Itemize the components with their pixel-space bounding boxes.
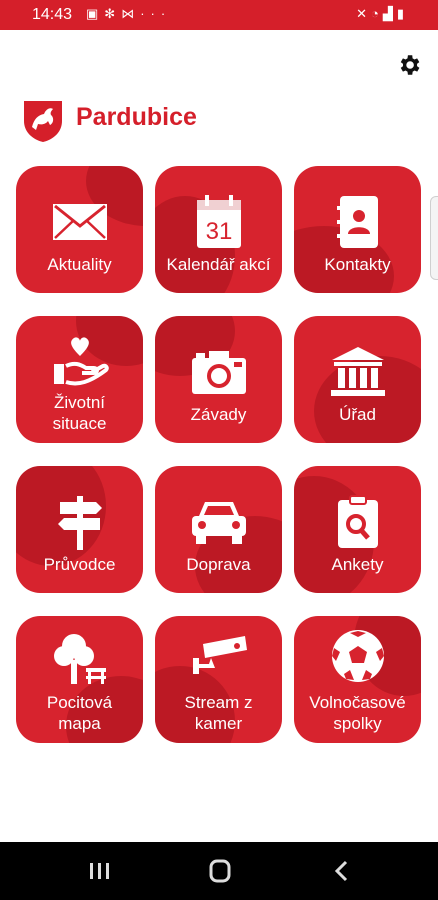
- envelope-icon: [53, 204, 107, 240]
- system-nav-bar: [0, 842, 438, 900]
- calendar-icon: 31: [197, 195, 241, 248]
- park-icon: [54, 634, 106, 684]
- contacts-icon: [337, 196, 378, 248]
- mute-icon: ✕: [356, 6, 371, 21]
- tile-label: Volnočasové spolky: [309, 693, 406, 733]
- tile-kalendar[interactable]: 31 Kalendář akcí: [155, 166, 282, 293]
- tile-volnocasove-spolky[interactable]: Volnočasové spolky: [294, 616, 421, 743]
- signpost-icon: [58, 496, 102, 550]
- brand-title: Pardubice: [76, 103, 197, 131]
- tile-label: Kalendář akcí: [166, 255, 271, 274]
- tile-pocitova-mapa[interactable]: Pocitová mapa: [16, 616, 143, 743]
- status-left-icons: ▣✻⋈···: [86, 6, 171, 22]
- car-icon: [192, 502, 246, 544]
- scroll-edge-handle[interactable]: [430, 196, 438, 280]
- institution-icon: [331, 347, 385, 396]
- back-icon[interactable]: [322, 856, 362, 886]
- image-icon: ▣: [86, 6, 105, 21]
- tile-label: Kontakty: [324, 255, 391, 274]
- tile-label: Aktuality: [47, 255, 112, 274]
- tile-label: Pocitová mapa: [46, 693, 113, 733]
- battery-icon: ▮: [396, 6, 408, 21]
- home-icon[interactable]: [200, 856, 240, 886]
- camera-icon: [192, 351, 246, 394]
- tile-aktuality[interactable]: Aktuality: [16, 166, 143, 293]
- status-time: 14:43: [32, 6, 73, 23]
- recent-apps-icon[interactable]: [80, 856, 120, 886]
- heart-hand-icon: [54, 337, 109, 386]
- tile-label: Závady: [190, 405, 247, 424]
- soccer-ball-icon: [332, 630, 384, 682]
- tile-label: Životní situace: [52, 393, 107, 433]
- signal-icon: ⋈: [121, 6, 141, 21]
- tile-doprava[interactable]: Doprava: [155, 466, 282, 593]
- tile-urad[interactable]: Úřad: [294, 316, 421, 443]
- tile-label: Stream z kamer: [184, 693, 253, 733]
- tile-label: Průvodce: [43, 555, 116, 574]
- wifi-icon: ◔: [370, 6, 383, 21]
- settings-gear-icon[interactable]: [396, 52, 422, 78]
- tile-zivotni-situace[interactable]: Životní situace: [16, 316, 143, 443]
- tile-ankety[interactable]: Ankety: [294, 466, 421, 593]
- status-bar: 14:43 ▣✻⋈··· ✕◔▟▮: [0, 0, 438, 30]
- calendar-day: 31: [206, 218, 233, 245]
- signal-icon: ▟: [382, 6, 397, 21]
- tile-label: Ankety: [331, 555, 384, 574]
- tile-pruvodce[interactable]: Průvodce: [16, 466, 143, 593]
- tile-label: Doprava: [186, 555, 251, 574]
- more-icon: ···: [140, 6, 172, 21]
- tile-label: Úřad: [339, 405, 376, 424]
- tile-kontakty[interactable]: Kontakty: [294, 166, 421, 293]
- gear-icon: ✻: [104, 6, 122, 21]
- tile-stream-z-kamer[interactable]: Stream z kamer: [155, 616, 282, 743]
- pardubice-logo: [24, 101, 62, 142]
- survey-icon: [338, 495, 378, 548]
- status-right-icons: ✕◔▟▮: [356, 6, 408, 22]
- tile-zavady[interactable]: Závady: [155, 316, 282, 443]
- security-camera-icon: [193, 636, 247, 674]
